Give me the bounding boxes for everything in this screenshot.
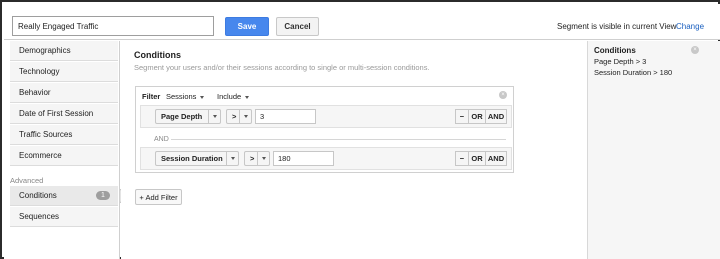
- chevron-down-icon: [245, 95, 250, 99]
- or-button[interactable]: OR: [468, 109, 486, 124]
- operator-dropdown[interactable]: >: [244, 151, 270, 166]
- filter-mode-dropdown[interactable]: Include: [217, 92, 250, 101]
- filter-scope-value: Sessions: [166, 92, 197, 101]
- dimension-dropdown[interactable]: Session Duration: [155, 151, 239, 166]
- condition-value-input[interactable]: [255, 109, 316, 124]
- add-filter-button[interactable]: + Add Filter: [135, 189, 182, 205]
- summary-condition: Session Duration > 180: [594, 68, 673, 77]
- nav-item-label: Traffic Sources: [19, 130, 73, 139]
- condition-value-input[interactable]: [273, 151, 334, 166]
- and-button[interactable]: AND: [485, 109, 507, 124]
- nav-item-technology[interactable]: Technology: [10, 62, 118, 82]
- segment-name-input[interactable]: [12, 16, 214, 36]
- conditions-subtitle: Segment your users and/or their sessions…: [134, 63, 430, 72]
- condition-button-group: − OR AND: [455, 109, 507, 124]
- chevron-down-icon: [213, 115, 217, 118]
- chevron-down-icon: [200, 95, 205, 99]
- remove-condition-button[interactable]: −: [455, 151, 469, 166]
- nav-item-label: Sequences: [19, 212, 60, 221]
- summary-condition: Page Depth > 3: [594, 57, 647, 66]
- nav-item-conditions[interactable]: Conditions 1: [10, 186, 118, 206]
- nav-item-label: Date of First Session: [19, 109, 94, 118]
- advanced-section-label: Advanced: [10, 176, 44, 185]
- remove-filter-icon[interactable]: ×: [499, 91, 507, 99]
- chevron-down-icon: [231, 157, 235, 160]
- filter-card: Filter Sessions Include × Page Depth > −…: [135, 86, 514, 173]
- or-button[interactable]: OR: [468, 151, 486, 166]
- filter-scope-dropdown[interactable]: Sessions: [166, 92, 205, 101]
- dimension-dropdown[interactable]: Page Depth: [155, 109, 221, 124]
- chevron-down-icon: [244, 115, 248, 118]
- condition-button-group: − OR AND: [455, 151, 507, 166]
- cancel-button[interactable]: Cancel: [276, 17, 319, 36]
- segment-header: Save Cancel Segment is visible in curren…: [4, 4, 720, 40]
- condition-count-badge: 1: [96, 191, 110, 200]
- save-button[interactable]: Save: [225, 17, 269, 36]
- condition-row: Page Depth > − OR AND: [140, 105, 512, 128]
- nav-item-traffic-sources[interactable]: Traffic Sources: [10, 125, 118, 145]
- conditions-panel: Conditions Segment your users and/or the…: [121, 41, 587, 259]
- change-link[interactable]: Change: [676, 22, 704, 31]
- condition-row: Session Duration > − OR AND: [140, 147, 512, 170]
- nav-item-label: Conditions: [19, 191, 57, 200]
- summary-title: Conditions: [594, 46, 636, 55]
- dimension-value: Session Duration: [161, 154, 223, 163]
- nav-item-label: Demographics: [19, 46, 71, 55]
- operator-value: >: [250, 154, 255, 163]
- nav-item-date-of-first-session[interactable]: Date of First Session: [10, 104, 118, 124]
- segment-category-nav: Demographics Technology Behavior Date of…: [4, 41, 129, 259]
- chevron-down-icon: [262, 157, 266, 160]
- nav-item-demographics[interactable]: Demographics: [10, 41, 118, 61]
- conditions-title: Conditions: [134, 50, 181, 60]
- filter-mode-value: Include: [217, 92, 242, 101]
- nav-item-label: Behavior: [19, 88, 51, 97]
- nav-item-sequences[interactable]: Sequences: [10, 207, 118, 227]
- nav-item-ecommerce[interactable]: Ecommerce: [10, 146, 118, 166]
- operator-value: >: [232, 112, 237, 121]
- and-joiner-label: AND: [154, 136, 169, 143]
- remove-summary-icon[interactable]: ×: [691, 46, 699, 54]
- nav-item-label: Technology: [19, 67, 60, 76]
- segment-summary-panel: Conditions × Page Depth > 3 Session Dura…: [587, 41, 720, 259]
- visibility-text: Segment is visible in current View: [557, 22, 677, 31]
- and-button[interactable]: AND: [485, 151, 507, 166]
- remove-condition-button[interactable]: −: [455, 109, 469, 124]
- filter-label: Filter: [142, 92, 161, 101]
- and-divider: [171, 139, 506, 140]
- dimension-value: Page Depth: [161, 112, 203, 121]
- operator-dropdown[interactable]: >: [226, 109, 252, 124]
- nav-item-label: Ecommerce: [19, 151, 62, 160]
- nav-item-behavior[interactable]: Behavior: [10, 83, 118, 103]
- segment-editor: Save Cancel Segment is visible in curren…: [0, 0, 720, 259]
